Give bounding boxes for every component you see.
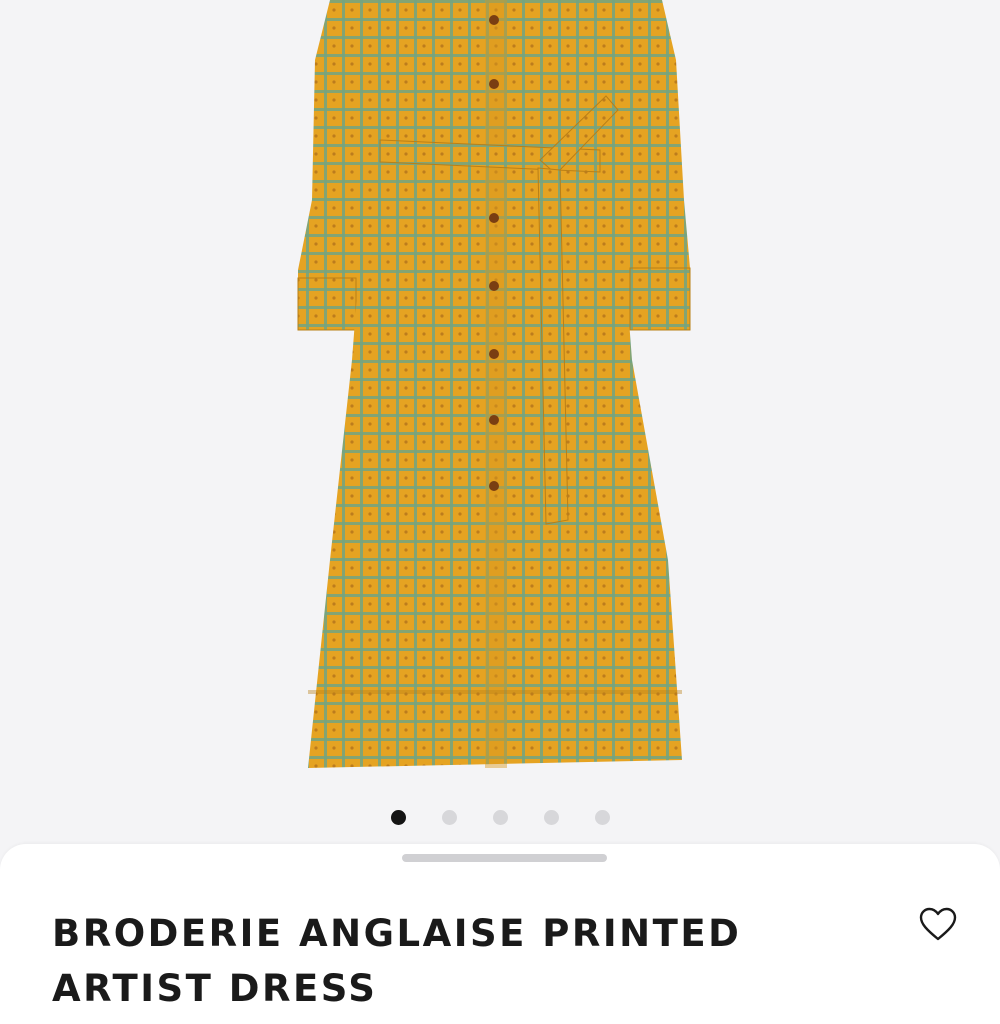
sheet-drag-handle[interactable] bbox=[402, 854, 607, 862]
pagination-dot-3[interactable] bbox=[492, 810, 508, 825]
product-details-sheet[interactable]: BRODERIE ANGLAISE PRINTED ARTIST DRESS bbox=[0, 844, 1000, 1024]
image-pagination bbox=[0, 810, 1000, 826]
pagination-dot-5[interactable] bbox=[594, 810, 610, 825]
heart-outline-icon bbox=[919, 907, 957, 941]
pagination-dot-2[interactable] bbox=[441, 810, 457, 825]
product-gallery[interactable] bbox=[0, 0, 1000, 845]
product-image[interactable] bbox=[0, 0, 1000, 800]
favorite-button[interactable] bbox=[912, 898, 964, 950]
pagination-dot-4[interactable] bbox=[543, 810, 559, 825]
pagination-dot-1[interactable] bbox=[390, 810, 406, 825]
